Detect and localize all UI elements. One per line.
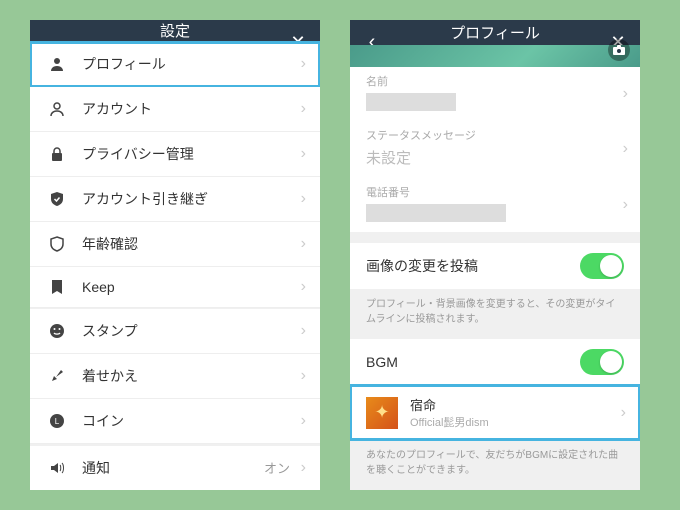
settings-row-privacy[interactable]: プライバシー管理 ›: [30, 132, 320, 177]
toggle-label: BGM: [366, 354, 398, 370]
chevron-right-icon: ›: [623, 85, 628, 103]
person-icon: [46, 56, 68, 72]
album-art-icon: ✦: [366, 397, 398, 429]
row-label: スタンプ: [82, 321, 138, 341]
svg-text:L: L: [55, 417, 60, 426]
camera-icon[interactable]: [608, 39, 630, 61]
toggle-label: 画像の変更を投稿: [366, 256, 478, 276]
row-label: コイン: [82, 411, 124, 431]
settings-row-transfer[interactable]: アカウント引き継ぎ ›: [30, 177, 320, 222]
chevron-right-icon: ›: [623, 140, 628, 158]
row-label: Keep: [82, 279, 115, 295]
row-label: 年齢確認: [82, 234, 138, 254]
chevron-right-icon: ›: [301, 459, 306, 477]
field-phone[interactable]: 電話番号 ›: [350, 178, 640, 232]
settings-row-account[interactable]: アカウント ›: [30, 87, 320, 132]
field-label: 名前: [366, 73, 624, 89]
toggle-bgm[interactable]: BGM: [350, 339, 640, 385]
speaker-icon: [46, 460, 68, 476]
hint-text: プロフィール・背景画像を変更すると、その変更がタイムラインに投稿されます。: [350, 289, 640, 339]
chevron-right-icon: ›: [301, 367, 306, 385]
toggle-post-image[interactable]: 画像の変更を投稿: [350, 243, 640, 289]
song-title: 宿命: [410, 395, 489, 414]
cover-image: [350, 45, 640, 67]
chevron-right-icon: ›: [623, 196, 628, 214]
settings-row-coin[interactable]: L コイン ›: [30, 399, 320, 444]
lock-icon: [46, 146, 68, 162]
chevron-right-icon: ›: [301, 190, 306, 208]
field-value-redacted: [366, 93, 456, 111]
hint-text: あなたのプロフィールで、友だちがBGMに設定された曲を聴くことができます。: [350, 440, 640, 490]
song-meta: 宿命 Official髭男dism: [410, 395, 489, 430]
user-icon: [46, 101, 68, 117]
settings-row-keep[interactable]: Keep ›: [30, 267, 320, 308]
settings-screen: 設定 ✕ プロフィール › アカウント › プライバシー管理 › アカウント引き…: [30, 20, 320, 490]
chevron-right-icon: ›: [301, 55, 306, 73]
field-label: 電話番号: [366, 184, 624, 200]
bookmark-icon: [46, 279, 68, 295]
toggle-switch[interactable]: [580, 349, 624, 375]
row-label: プロフィール: [82, 54, 166, 74]
chevron-right-icon: ›: [301, 412, 306, 430]
header-title: プロフィール: [450, 22, 540, 43]
coin-icon: L: [46, 413, 68, 429]
settings-row-theme[interactable]: 着せかえ ›: [30, 354, 320, 399]
profile-screen: ‹ プロフィール ✕ 名前 › ステータスメッセージ 未設定 › 電話番号 › …: [350, 20, 640, 490]
smiley-icon: [46, 323, 68, 339]
row-label: アカウント: [82, 99, 152, 119]
settings-row-profile[interactable]: プロフィール ›: [30, 42, 320, 87]
settings-row-age[interactable]: 年齢確認 ›: [30, 222, 320, 267]
row-label: 着せかえ: [82, 366, 138, 386]
header-title: 設定: [160, 20, 190, 41]
chevron-right-icon: ›: [621, 404, 626, 422]
field-name[interactable]: 名前 ›: [350, 67, 640, 121]
chevron-right-icon: ›: [301, 278, 306, 296]
field-label: ステータスメッセージ: [366, 127, 624, 143]
row-label: アカウント引き継ぎ: [82, 189, 208, 209]
field-value-redacted: [366, 204, 506, 222]
field-value: 未設定: [366, 147, 624, 168]
row-label: プライバシー管理: [82, 144, 194, 164]
row-trailing: オン: [264, 458, 290, 477]
brush-icon: [46, 368, 68, 384]
chevron-right-icon: ›: [301, 235, 306, 253]
chevron-right-icon: ›: [301, 322, 306, 340]
shield-check-icon: [46, 191, 68, 207]
spacer: [350, 232, 640, 243]
toggle-switch[interactable]: [580, 253, 624, 279]
header: 設定 ✕: [30, 20, 320, 41]
song-artist: Official髭男dism: [410, 414, 489, 430]
settings-row-stamp[interactable]: スタンプ ›: [30, 309, 320, 354]
field-status[interactable]: ステータスメッセージ 未設定 ›: [350, 121, 640, 178]
settings-row-notification[interactable]: 通知 オン ›: [30, 446, 320, 490]
chevron-right-icon: ›: [301, 100, 306, 118]
chevron-right-icon: ›: [301, 145, 306, 163]
row-label: 通知: [82, 458, 110, 478]
shield-icon: [46, 236, 68, 252]
bgm-song-row[interactable]: ✦ 宿命 Official髭男dism ›: [350, 385, 640, 440]
header: ‹ プロフィール ✕: [350, 20, 640, 45]
